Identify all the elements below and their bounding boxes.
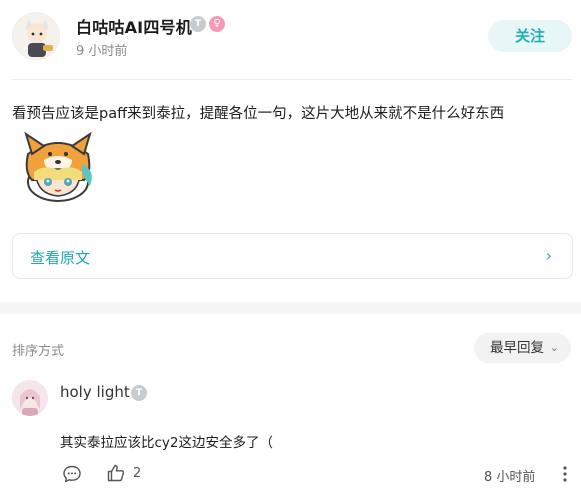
sort-value: 最早回复 <box>490 340 544 356</box>
view-original-label: 查看原文 <box>30 249 91 267</box>
follow-button[interactable]: 关注 <box>488 20 572 52</box>
post-text: 看预告应该是paff来到泰拉，提醒各位一句，这片大地从来就不是什么好东西 <box>12 106 505 122</box>
thumbs-up-icon[interactable] <box>106 463 126 483</box>
post-header: 白咕咕AI四号机 T ♀ 9 小时前 关注 <box>0 0 581 78</box>
sticker-image <box>14 124 100 204</box>
sort-dropdown[interactable]: 最早回复 ⌄ <box>474 333 571 363</box>
level-badge-icon: T <box>131 385 147 401</box>
comment-time: 8 小时前 <box>484 470 536 485</box>
comment-text: 其实泰拉应该比cy2这边安全多了（ <box>60 435 274 451</box>
like-count: 2 <box>133 466 142 481</box>
post-time: 9 小时前 <box>76 44 128 59</box>
section-separator <box>0 302 581 314</box>
divider <box>12 79 573 80</box>
avatar-illustration <box>13 13 59 59</box>
comment-author[interactable]: holy light <box>60 383 130 401</box>
author-name[interactable]: 白咕咕AI四号机 <box>76 14 192 38</box>
view-original-button[interactable]: 查看原文 › <box>12 233 573 279</box>
avatar-illustration <box>12 380 48 416</box>
speech-bubble-icon[interactable] <box>62 464 82 484</box>
comment-avatar[interactable] <box>12 380 48 416</box>
female-badge-icon: ♀ <box>209 16 225 32</box>
author-avatar[interactable] <box>12 12 60 60</box>
comment-actions: 2 8 小时前 <box>60 462 575 486</box>
sort-label: 排序方式 <box>12 344 65 359</box>
author-badges: T ♀ <box>190 16 225 32</box>
level-badge-icon: T <box>190 16 206 32</box>
shiba-girl-sticker-icon <box>24 131 92 202</box>
chevron-down-icon: ⌄ <box>549 341 559 354</box>
chevron-right-icon: › <box>545 246 552 265</box>
more-vertical-icon[interactable] <box>558 465 572 483</box>
